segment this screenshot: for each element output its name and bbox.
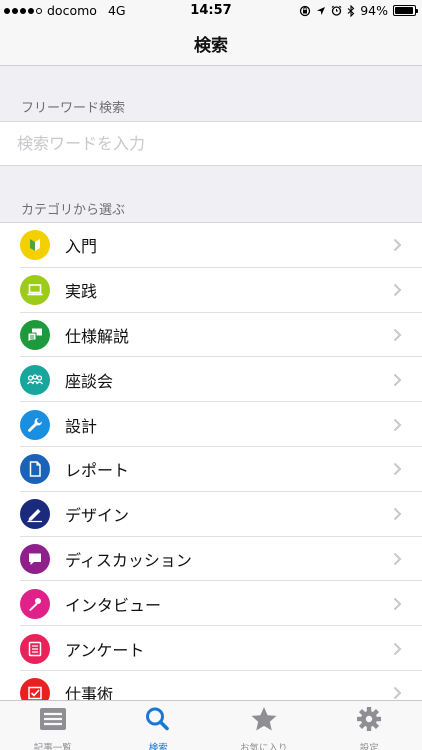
chevron-right-icon [393, 239, 402, 252]
tab-label: 設定 [359, 743, 379, 750]
battery-percent: 94% [360, 3, 388, 18]
wrench-icon [20, 409, 50, 440]
microphone-icon [20, 588, 50, 619]
laptop-icon [20, 275, 50, 306]
category-label: 仕様解説 [65, 326, 130, 346]
freeword-section-header: フリーワード検索 [21, 101, 126, 116]
status-indicators: 94% [299, 3, 418, 18]
tab-bar: 記事一覧 検索 お気に入り 設定 [0, 700, 422, 750]
category-row[interactable]: 設計 [0, 402, 422, 447]
category-row[interactable]: 仕事術 [0, 671, 422, 700]
chevron-right-icon [393, 463, 402, 476]
search-icon [142, 705, 174, 737]
pen-icon [20, 499, 50, 530]
page-title: 検索 [194, 36, 228, 56]
tab-star[interactable]: お気に入り [211, 701, 317, 750]
search-input[interactable] [0, 122, 422, 165]
search-cell [0, 121, 422, 166]
category-row[interactable]: 入門 [0, 223, 422, 268]
chevron-right-icon [393, 418, 402, 431]
location-icon [317, 6, 326, 15]
bluetooth-icon [347, 4, 355, 17]
beginner-icon [20, 230, 50, 261]
category-label: インタビュー [65, 595, 162, 615]
chevron-right-icon [393, 328, 402, 342]
category-label: アンケート [65, 640, 145, 660]
checkbox-icon [20, 678, 50, 700]
speech-bubble-icon [20, 543, 50, 574]
category-row[interactable]: 実践 [0, 268, 422, 313]
chevron-right-icon [393, 373, 402, 386]
category-row[interactable]: アンケート [0, 626, 422, 671]
category-label: レポート [65, 461, 130, 481]
category-label: 実践 [65, 282, 98, 302]
category-label: ディスカッション [65, 550, 192, 570]
navigation-bar: 検索 [0, 22, 422, 66]
chevron-right-icon [393, 552, 402, 566]
chevron-right-icon [393, 283, 402, 297]
document-icon [20, 454, 50, 485]
chevron-right-icon [393, 597, 402, 610]
tab-list[interactable]: 記事一覧 [0, 701, 106, 750]
category-row[interactable]: インタビュー [0, 581, 422, 626]
tab-label: 検索 [148, 743, 168, 750]
gear-icon [353, 705, 385, 737]
group-icon [20, 364, 50, 395]
category-section-header: カテゴリから選ぶ [21, 203, 126, 218]
chat-doc-icon [20, 319, 50, 350]
survey-icon [20, 633, 50, 664]
category-label: デザイン [65, 506, 130, 526]
category-label: 入門 [65, 237, 98, 257]
tab-gear[interactable]: 設定 [317, 701, 422, 750]
category-row[interactable]: デザイン [0, 492, 422, 537]
orientation-lock-icon [300, 5, 311, 16]
status-bar: docomo 4G 14:57 94% [0, 0, 422, 22]
category-list: 入門実践仕様解説座談会設計レポートデザインディスカッション インタビュー アンケート… [0, 222, 422, 700]
category-row[interactable]: 仕様解説 [0, 313, 422, 358]
tab-label: お気に入り [239, 743, 288, 750]
category-label: 設計 [65, 416, 98, 436]
chevron-right-icon [393, 687, 402, 700]
chevron-right-icon [393, 507, 402, 521]
category-row[interactable]: ディスカッション [0, 537, 422, 582]
category-label: 仕事術 [65, 685, 114, 700]
tab-search[interactable]: 検索 [106, 701, 212, 750]
battery-icon [393, 5, 418, 16]
category-row[interactable]: 座談会 [0, 357, 422, 402]
list-icon [37, 705, 69, 737]
category-row[interactable]: レポート [0, 447, 422, 492]
alarm-icon [331, 5, 342, 16]
tab-label: 記事一覧 [33, 743, 72, 750]
chevron-right-icon [393, 642, 402, 655]
category-label: 座談会 [65, 371, 114, 391]
star-icon [248, 705, 280, 737]
